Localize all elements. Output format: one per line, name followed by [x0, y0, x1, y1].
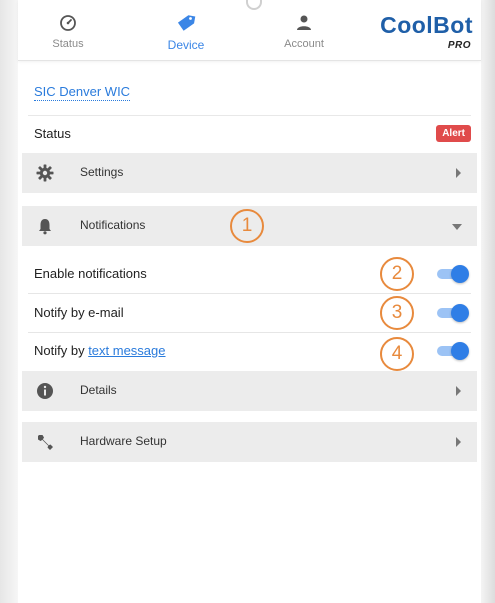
wrench-icon — [38, 435, 53, 450]
person-icon — [297, 15, 311, 30]
chevron-right-icon — [456, 386, 461, 396]
tab-account-label: Account — [284, 38, 324, 50]
section-notifications-label: Notifications — [80, 218, 146, 232]
notify-text-label: Notify by text message — [34, 343, 166, 358]
chevron-right-icon — [456, 168, 461, 178]
toggle-knob — [451, 304, 469, 322]
callout-1: 1 — [230, 209, 264, 243]
tab-account[interactable]: Account — [254, 12, 354, 50]
status-label: Status — [34, 126, 71, 141]
bell-icon — [39, 219, 51, 235]
tab-device[interactable]: Device — [136, 12, 236, 52]
callout-2: 2 — [380, 257, 414, 291]
status-row: Status Alert — [28, 118, 471, 152]
toggle-knob — [451, 265, 469, 283]
section-hardware-setup-label: Hardware Setup — [80, 434, 167, 448]
notify-text-prefix: Notify by — [34, 343, 89, 358]
enable-notifications-label: Enable notifications — [34, 266, 147, 281]
logo-sub: PRO — [447, 40, 471, 51]
info-icon — [37, 383, 53, 399]
section-hardware-setup[interactable]: Hardware Setup — [22, 422, 477, 462]
section-details[interactable]: Details — [22, 371, 477, 411]
section-details-label: Details — [80, 383, 117, 397]
tab-status-label: Status — [52, 38, 84, 50]
coolbot-logo: CoolBot PRO — [377, 12, 473, 52]
gauge-icon — [60, 15, 76, 31]
tab-device-label: Device — [167, 38, 205, 52]
location-link[interactable]: SIC Denver WIC — [34, 84, 131, 101]
gear-icon — [36, 164, 54, 182]
device-frame-right — [481, 0, 495, 603]
status-badge[interactable]: Alert — [436, 125, 471, 142]
text-message-link[interactable]: text message — [88, 343, 165, 358]
callout-4: 4 — [380, 337, 414, 371]
tab-status[interactable]: Status — [18, 12, 118, 50]
device-frame-left — [0, 0, 18, 603]
divider — [28, 115, 471, 116]
logo-name: CoolBot — [380, 12, 473, 38]
chevron-down-icon — [452, 224, 462, 230]
notify-email-label: Notify by e-mail — [34, 305, 124, 320]
notify-email-toggle[interactable] — [437, 304, 469, 322]
callout-3: 3 — [380, 296, 414, 330]
screen: Status Device Account CoolBot PRO SIC De… — [18, 0, 481, 603]
app-window: Status Device Account CoolBot PRO SIC De… — [0, 0, 495, 603]
tag-icon — [177, 15, 196, 31]
section-settings[interactable]: Settings — [22, 153, 477, 193]
enable-notifications-toggle[interactable] — [437, 265, 469, 283]
section-settings-label: Settings — [80, 165, 124, 179]
chevron-right-icon — [456, 437, 461, 447]
toggle-knob — [451, 342, 469, 360]
notify-text-toggle[interactable] — [437, 342, 469, 360]
